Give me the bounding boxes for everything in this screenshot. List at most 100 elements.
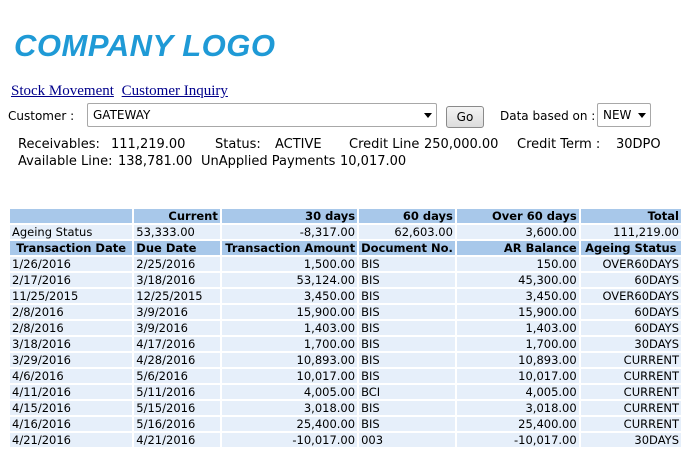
customer-label: Customer : (8, 109, 75, 123)
document-no-cell: BCI (359, 385, 455, 399)
ar-balance-cell: 1,700.00 (456, 337, 579, 351)
document-no-cell: BIS (359, 257, 455, 271)
ageing-row-label: Ageing Status (10, 225, 133, 239)
ageing-header-cell: Current (134, 209, 220, 223)
table-row: 2/8/2016 3/9/2016 1,403.00 BIS 1,403.00 … (10, 321, 681, 335)
due-date-cell: 5/15/2016 (134, 401, 220, 415)
document-no-cell: BIS (359, 369, 455, 383)
go-button[interactable]: Go (446, 106, 484, 128)
ageing-header-row: Current 30 days 60 days Over 60 days Tot… (10, 209, 681, 223)
due-date-cell: 3/9/2016 (134, 321, 220, 335)
due-date-cell: 4/28/2016 (134, 353, 220, 367)
transaction-date-cell: 4/11/2016 (10, 385, 133, 399)
document-no-cell: BIS (359, 417, 455, 431)
status-label: Status: (215, 137, 261, 152)
status-value: ACTIVE (275, 137, 322, 152)
transaction-date-cell: 2/8/2016 (10, 321, 133, 335)
table-row: 1/26/2016 2/25/2016 1,500.00 BIS 150.00 … (10, 257, 681, 271)
due-date-cell: 3/18/2016 (134, 273, 220, 287)
customer-select-value: GATEWAY (93, 108, 151, 122)
transaction-date-cell: 4/15/2016 (10, 401, 133, 415)
transaction-date-cell: 1/26/2016 (10, 257, 133, 271)
credit-term-value: 30DPO (616, 137, 661, 152)
table-row: 4/15/2016 5/15/2016 3,018.00 BIS 3,018.0… (10, 401, 681, 415)
due-date-cell: 2/25/2016 (134, 257, 220, 271)
credit-term-label: Credit Term : (517, 137, 601, 152)
table-row: 2/8/2016 3/9/2016 15,900.00 BIS 15,900.0… (10, 305, 681, 319)
ageing-header-cell: 60 days (359, 209, 455, 223)
ageing-transactions-table: Current 30 days 60 days Over 60 days Tot… (8, 207, 683, 449)
receivables-value: 111,219.00 (111, 137, 186, 152)
ageing-header-cell: Total (580, 209, 681, 223)
chevron-down-icon (638, 113, 646, 118)
data-based-label: Data based on : (500, 109, 596, 123)
ageing-status-cell: 60DAYS (580, 273, 681, 287)
ar-balance-cell: -10,017.00 (456, 433, 579, 447)
table-row: 11/25/2015 12/25/2015 3,450.00 BIS 3,450… (10, 289, 681, 303)
table-row: 4/16/2016 5/16/2016 25,400.00 BIS 25,400… (10, 417, 681, 431)
table-row: 4/21/2016 4/21/2016 -10,017.00 003 -10,0… (10, 433, 681, 447)
transaction-amount-cell: 4,005.00 (221, 385, 358, 399)
ageing-status-cell: OVER60DAYS (580, 289, 681, 303)
ar-balance-cell: 45,300.00 (456, 273, 579, 287)
transaction-date-cell: 4/16/2016 (10, 417, 133, 431)
transaction-date-cell: 11/25/2015 (10, 289, 133, 303)
ageing-header-cell: 30 days (221, 209, 358, 223)
ageing-status-cell: OVER60DAYS (580, 257, 681, 271)
transaction-amount-cell: 1,500.00 (221, 257, 358, 271)
ar-balance-cell: 15,900.00 (456, 305, 579, 319)
transaction-date-cell: 4/21/2016 (10, 433, 133, 447)
transaction-date-cell: 3/29/2016 (10, 353, 133, 367)
transaction-date-cell: 2/17/2016 (10, 273, 133, 287)
ageing-value-cell: 3,600.00 (456, 225, 579, 239)
transaction-amount-cell: 1,700.00 (221, 337, 358, 351)
due-date-cell: 5/16/2016 (134, 417, 220, 431)
transactions-header-cell: Transaction Date (10, 241, 133, 255)
due-date-cell: 5/11/2016 (134, 385, 220, 399)
stock-movement-link[interactable]: Stock Movement (11, 83, 114, 99)
transaction-amount-cell: 10,893.00 (221, 353, 358, 367)
table-row: 3/18/2016 4/17/2016 1,700.00 BIS 1,700.0… (10, 337, 681, 351)
ar-balance-cell: 10,893.00 (456, 353, 579, 367)
available-line-value: 138,781.00 (118, 154, 193, 169)
table-row: 4/6/2016 5/6/2016 10,017.00 BIS 10,017.0… (10, 369, 681, 383)
due-date-cell: 4/17/2016 (134, 337, 220, 351)
ageing-status-cell: 60DAYS (580, 321, 681, 335)
customer-inquiry-link[interactable]: Customer Inquiry (122, 83, 228, 99)
transaction-amount-cell: 25,400.00 (221, 417, 358, 431)
due-date-cell: 5/6/2016 (134, 369, 220, 383)
ar-balance-cell: 25,400.00 (456, 417, 579, 431)
ageing-status-cell: 60DAYS (580, 305, 681, 319)
transactions-header-cell: Due Date (134, 241, 220, 255)
ar-balance-cell: 1,403.00 (456, 321, 579, 335)
ar-balance-cell: 10,017.00 (456, 369, 579, 383)
transaction-date-cell: 2/8/2016 (10, 305, 133, 319)
ar-balance-cell: 150.00 (456, 257, 579, 271)
transactions-header-row: Transaction Date Due Date Transaction Am… (10, 241, 681, 255)
ar-balance-cell: 3,018.00 (456, 401, 579, 415)
ageing-value-cell: 111,219.00 (580, 225, 681, 239)
ageing-value-cell: -8,317.00 (221, 225, 358, 239)
transaction-amount-cell: 3,450.00 (221, 289, 358, 303)
transaction-date-cell: 4/6/2016 (10, 369, 133, 383)
ageing-status-cell: CURRENT (580, 353, 681, 367)
receivables-label: Receivables: (18, 137, 100, 152)
ageing-status-cell: 30DAYS (580, 337, 681, 351)
ageing-status-cell: CURRENT (580, 369, 681, 383)
ageing-status-row: Ageing Status 53,333.00 -8,317.00 62,603… (10, 225, 681, 239)
credit-line-label: Credit Line (349, 137, 420, 152)
document-no-cell: BIS (359, 401, 455, 415)
chevron-down-icon (424, 113, 432, 118)
data-based-select[interactable]: NEW (597, 103, 651, 127)
document-no-cell: BIS (359, 337, 455, 351)
available-line-label: Available Line: (18, 154, 113, 169)
document-no-cell: BIS (359, 321, 455, 335)
company-logo: COMPANY LOGO (14, 28, 276, 63)
ageing-status-cell: CURRENT (580, 417, 681, 431)
credit-line-value: 250,000.00 (424, 137, 499, 152)
transaction-amount-cell: 3,018.00 (221, 401, 358, 415)
document-no-cell: BIS (359, 273, 455, 287)
ar-balance-cell: 3,450.00 (456, 289, 579, 303)
customer-select[interactable]: GATEWAY (87, 103, 437, 127)
transactions-header-cell: AR Balance (456, 241, 579, 255)
